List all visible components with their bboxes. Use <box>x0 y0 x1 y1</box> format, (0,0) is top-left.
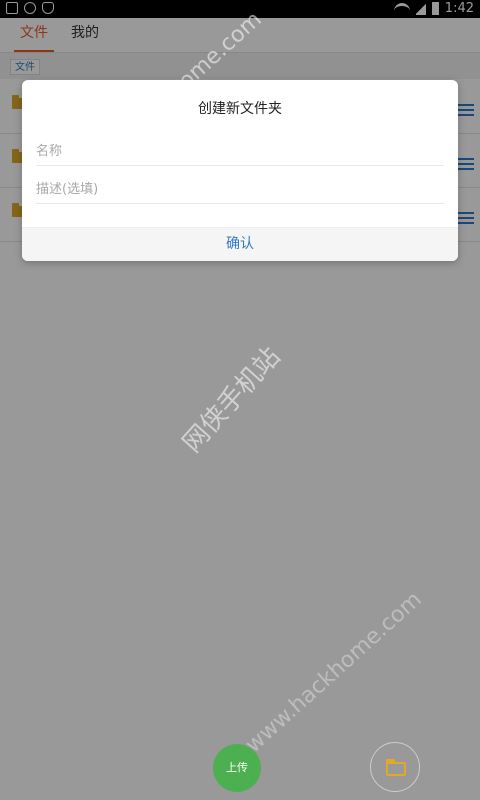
folder-description-input[interactable] <box>36 175 444 204</box>
folder-name-input[interactable] <box>36 137 444 166</box>
folder-icon <box>386 759 406 776</box>
confirm-button[interactable]: 确认 <box>22 228 458 261</box>
create-folder-dialog: 创建新文件夹 确认 <box>22 80 458 261</box>
new-folder-button[interactable] <box>370 742 420 792</box>
upload-button[interactable]: 上传 <box>213 744 261 792</box>
dialog-footer: 确认 <box>22 227 458 261</box>
dialog-title: 创建新文件夹 <box>198 101 282 117</box>
